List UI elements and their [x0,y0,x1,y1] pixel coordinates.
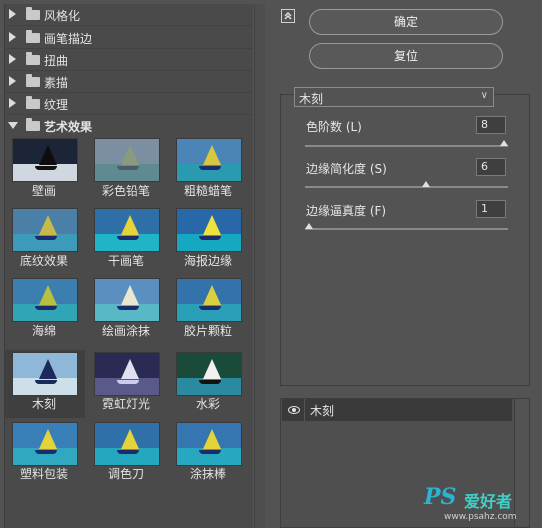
filter-label: 海绵 [31,324,56,338]
category-artistic[interactable]: 艺术效果 [4,115,252,136]
filter-thumb-colored-pencil[interactable] [94,138,160,182]
param-input-edge-simplicity[interactable]: 6 [476,158,506,176]
category-label: 素描 [44,76,69,90]
filter-label: 海报边缘 [183,254,232,268]
watermark-brand: 爱好者 [464,492,513,511]
folder-icon [26,118,40,131]
filter-thumb-watercolor[interactable] [176,352,242,396]
category-sketch[interactable]: 素描 [4,71,252,93]
filter-label: 底纹效果 [19,254,68,268]
filter-label: 水彩 [195,397,220,411]
expand-triangle-icon[interactable] [9,32,16,42]
param-input-levels[interactable]: 8 [476,116,506,134]
category-label: 风格化 [44,9,81,23]
watermark-ps: PS [424,484,457,510]
filter-select-value: 木刻 [299,92,324,106]
param-label-edge-fidelity: 边缘逼真度 (F) [306,204,387,218]
param-label-edge-simplicity: 边缘简化度 (S) [306,162,387,176]
filter-thumb-underpainting[interactable] [12,208,78,252]
filter-select[interactable]: 木刻 ∨ [294,87,494,107]
category-label: 画笔描边 [44,32,93,46]
slider-knob[interactable] [500,140,508,146]
filter-thumb-smudge-stick[interactable] [176,422,242,466]
filter-thumb-dry-brush[interactable] [94,208,160,252]
filter-label: 胶片颗粒 [183,324,232,338]
filter-list-scrollbar[interactable] [254,4,265,528]
folder-icon [26,74,40,87]
param-label-levels: 色阶数 (L) [306,120,362,134]
filter-label: 调色刀 [107,467,144,481]
filter-label: 粗糙蜡笔 [183,184,232,198]
filter-thumb-plastic-wrap[interactable] [12,422,78,466]
filter-thumb-palette-knife[interactable] [94,422,160,466]
reset-button[interactable]: 复位 [309,43,503,69]
filter-thumb-film-grain[interactable] [176,278,242,322]
ok-button[interactable]: 确定 [309,9,503,35]
param-slider-levels[interactable] [305,140,508,147]
param-slider-edge-fidelity[interactable] [305,223,508,230]
param-slider-edge-simplicity[interactable] [305,181,508,188]
expand-triangle-icon[interactable] [9,98,16,108]
expand-triangle-icon[interactable] [9,54,16,64]
category-distort[interactable]: 扭曲 [4,49,252,71]
category-stylize[interactable]: 风格化 [4,4,252,26]
effect-layer-name: 木刻 [310,404,335,418]
divider [304,399,305,421]
folder-icon [26,52,40,65]
expand-triangle-icon[interactable] [9,9,16,19]
collapse-up-icon[interactable] [281,9,295,23]
filter-label: 壁画 [31,184,56,198]
folder-icon [26,7,40,20]
filter-label: 涂抹棒 [189,467,226,481]
category-label: 纹理 [44,98,69,112]
expand-triangle-icon[interactable] [9,76,16,86]
category-brush-strokes[interactable]: 画笔描边 [4,27,252,49]
filter-label: 霓虹灯光 [101,397,150,411]
filter-options-group [280,94,530,386]
category-label: 扭曲 [44,54,69,68]
filter-thumb-cutout[interactable] [12,352,78,396]
filter-label: 彩色铅笔 [101,184,150,198]
filter-thumb-neon-glow[interactable] [94,352,160,396]
eye-icon[interactable] [288,406,300,414]
watermark-url: www.psahz.com [444,512,517,522]
chevron-down-icon: ∨ [480,90,488,101]
filter-thumb-sponge[interactable] [12,278,78,322]
slider-knob[interactable] [422,181,430,187]
watermark-logo: PS 爱好者 www.psahz.com [416,482,542,528]
filter-label: 木刻 [31,397,56,411]
folder-icon [26,96,40,109]
filter-thumb-poster-edges[interactable] [176,208,242,252]
category-texture[interactable]: 纹理 [4,93,252,115]
filter-thumb-fresco[interactable] [12,138,78,182]
filter-label: 绘画涂抹 [101,324,150,338]
folder-icon [26,30,40,43]
param-input-edge-fidelity[interactable]: 1 [476,200,506,218]
effect-layer-row[interactable]: 木刻 [282,399,512,421]
filter-thumb-rough-pastels[interactable] [176,138,242,182]
collapse-triangle-icon[interactable] [8,122,18,129]
filter-thumb-paint-daubs[interactable] [94,278,160,322]
slider-knob[interactable] [305,223,313,229]
filter-label: 塑料包装 [19,467,68,481]
category-label: 艺术效果 [44,120,93,134]
filter-label: 干画笔 [107,254,144,268]
